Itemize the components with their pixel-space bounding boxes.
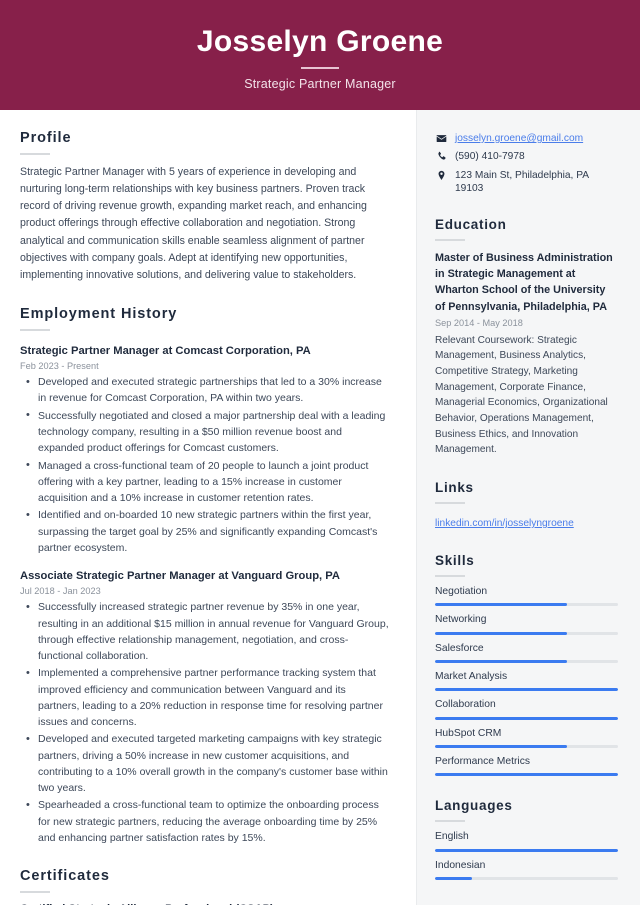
skill-bar-fill [435, 744, 567, 748]
contact-row-email: josselyn.groene@gmail.com [435, 132, 618, 145]
skill-bar-fill [435, 773, 618, 777]
language-label: Indonesian [435, 859, 486, 871]
language-label: English [435, 831, 469, 843]
section-divider [435, 574, 465, 577]
language-bar-track [435, 876, 618, 880]
phone-icon [435, 150, 447, 162]
skill-item: Collaboration [435, 699, 618, 720]
skill-label: HubSpot CRM [435, 727, 502, 739]
languages-heading: Languages [435, 798, 513, 814]
skill-bar-fill [435, 659, 567, 663]
language-bar-fill [435, 876, 472, 880]
skill-item: Salesforce [435, 643, 618, 663]
linkedin-link[interactable]: linkedin.com/in/josselyngroene [435, 518, 574, 529]
education-heading: Education [435, 217, 507, 232]
job-bullet: Successfully negotiated and closed a maj… [20, 407, 390, 457]
sidebar-column: josselyn.groene@gmail.com (590) 410-7978 [416, 110, 640, 905]
skill-item: Market Analysis [435, 670, 618, 692]
skill-bar-fill [435, 631, 567, 635]
job-title: Associate Strategic Partner Manager at V… [20, 570, 340, 583]
main-column: Profile Strategic Partner Manager with 5… [0, 110, 416, 905]
contact-row-phone: (590) 410-7978 [435, 150, 618, 163]
language-bar-fill [435, 848, 618, 852]
job-date: Feb 2023 - Present [20, 361, 99, 372]
header-divider [301, 67, 339, 69]
skill-item: HubSpot CRM [435, 728, 618, 748]
skill-label: Salesforce [435, 642, 484, 654]
section-divider [20, 891, 50, 894]
contact-row-address: 123 Main St, Philadelphia, PA 19103 [435, 169, 618, 196]
section-divider [435, 239, 465, 241]
skill-bar-track [435, 631, 618, 635]
envelope-icon [435, 132, 447, 144]
phone-value: (590) 410-7978 [455, 151, 525, 163]
skill-item: Negotiation [435, 585, 618, 607]
section-divider [20, 329, 50, 332]
contact-block: josselyn.groene@gmail.com (590) 410-7978 [435, 132, 618, 195]
education-date: Sep 2014 - May 2018 [435, 317, 523, 328]
skill-label: Performance Metrics [435, 755, 530, 767]
job-bullet: Implemented a comprehensive partner perf… [20, 665, 390, 730]
skill-bar-track [435, 688, 618, 692]
skill-bar-fill [435, 716, 618, 720]
links-heading: Links [435, 479, 474, 495]
skill-item: Networking [435, 614, 618, 635]
header-job-title: Strategic Partner Manager [244, 76, 396, 91]
section-skills: Skills Negotiation Networking Salesforce [435, 552, 618, 777]
section-links: Links linkedin.com/in/josselyngroene [435, 480, 618, 531]
job-bullet: Spearheaded a cross-functional team to o… [20, 797, 390, 846]
language-item: English [435, 831, 618, 852]
language-item: Indonesian [435, 860, 618, 880]
section-divider [435, 820, 465, 823]
employment-heading: Employment History [20, 306, 178, 323]
education-degree: Master of Business Administration in Str… [435, 252, 613, 313]
section-certificates: Certificates Certified Strategic Allianc… [20, 868, 390, 905]
job-bullet: Developed and executed targeted marketin… [20, 731, 390, 796]
address-value: 123 Main St, Philadelphia, PA 19103 [455, 169, 589, 194]
resume-body: Profile Strategic Partner Manager with 5… [0, 110, 640, 905]
section-languages: Languages English Indonesian [435, 798, 618, 880]
resume-page: Josselyn Groene Strategic Partner Manage… [0, 0, 640, 905]
skill-label: Networking [435, 614, 487, 626]
profile-text: Strategic Partner Manager with 5 years o… [20, 166, 367, 281]
email-link[interactable]: josselyn.groene@gmail.com [455, 132, 583, 145]
skill-label: Negotiation [435, 585, 488, 597]
skill-bar-track [435, 773, 618, 777]
job-date: Jul 2018 - Jan 2023 [20, 586, 101, 597]
skill-bar-fill [435, 688, 618, 692]
skill-bar-track [435, 744, 618, 748]
job-bullet: Identified and on-boarded 10 new strateg… [20, 507, 390, 556]
employment-entry: Strategic Partner Manager at Comcast Cor… [20, 344, 390, 556]
skill-bar-track [435, 659, 618, 663]
section-profile: Profile Strategic Partner Manager with 5… [20, 130, 390, 284]
employment-entry: Associate Strategic Partner Manager at V… [20, 569, 390, 846]
skill-bar-fill [435, 603, 567, 607]
certificates-heading: Certificates [20, 868, 110, 885]
education-description: Relevant Coursework: Strategic Managemen… [435, 334, 608, 456]
job-title: Strategic Partner Manager at Comcast Cor… [20, 345, 311, 358]
job-bullets: Successfully increased strategic partner… [20, 599, 390, 846]
skill-item: Performance Metrics [435, 755, 618, 777]
job-bullet: Managed a cross-functional team of 20 pe… [20, 457, 390, 507]
job-bullet: Successfully increased strategic partner… [20, 599, 390, 664]
skill-bar-track [435, 603, 618, 607]
skills-heading: Skills [435, 552, 475, 568]
skill-bar-track [435, 716, 618, 720]
page-title: Josselyn Groene [196, 25, 444, 59]
profile-heading: Profile [20, 130, 72, 146]
skill-label: Collaboration [435, 699, 496, 711]
skill-label: Market Analysis [435, 670, 508, 682]
job-bullets: Developed and executed strategic partner… [20, 374, 390, 556]
section-employment-history: Employment History Strategic Partner Man… [20, 306, 390, 846]
job-bullet: Developed and executed strategic partner… [20, 374, 390, 407]
section-divider [20, 153, 50, 155]
location-pin-icon [435, 169, 447, 181]
resume-header: Josselyn Groene Strategic Partner Manage… [0, 0, 640, 110]
section-divider [435, 501, 465, 504]
section-education: Education Master of Business Administrat… [435, 217, 618, 458]
language-bar-track [435, 848, 618, 852]
